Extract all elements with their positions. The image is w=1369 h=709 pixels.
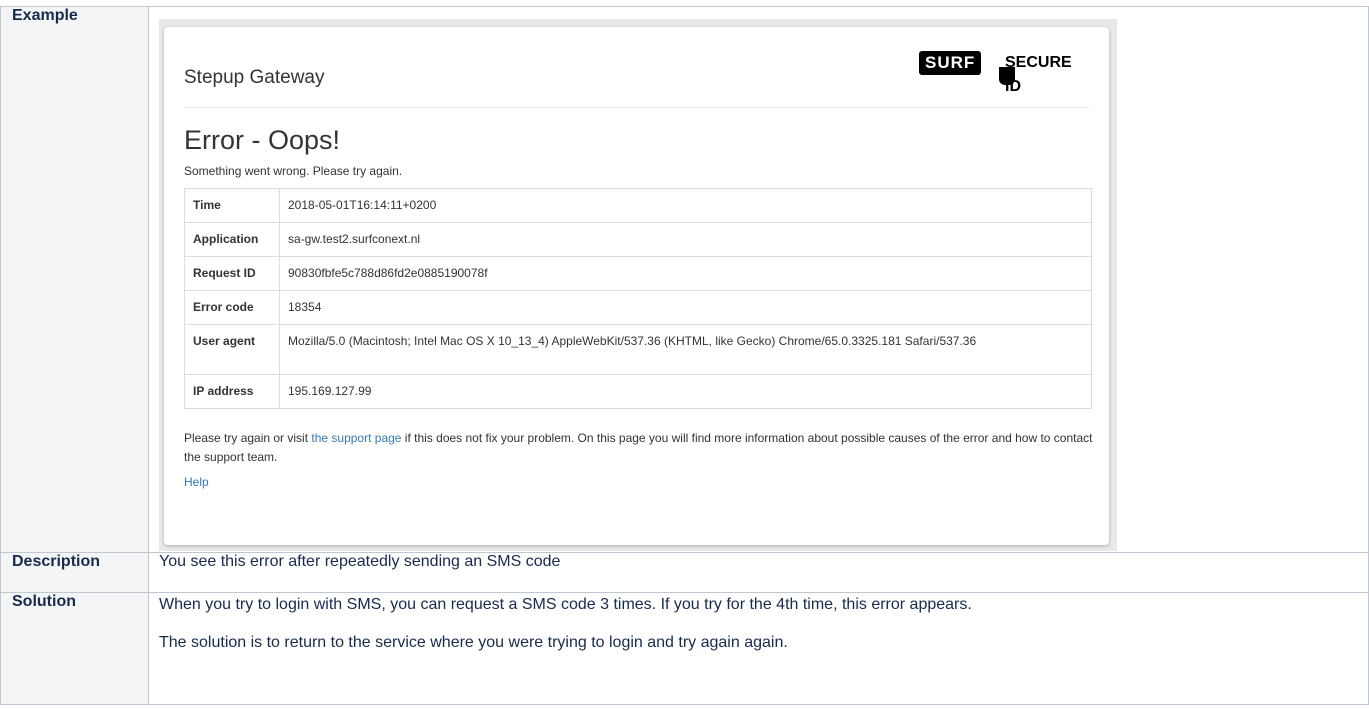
error-card: Stepup Gateway SURF SECURE ID Error - Oo… [164, 27, 1109, 545]
surf-secure-id-logo: SURF SECURE ID [919, 47, 1089, 95]
error-title: Error - Oops! [184, 125, 341, 155]
error-screenshot: Stepup Gateway SURF SECURE ID Error - Oo… [159, 19, 1117, 551]
info-key: Time [184, 188, 280, 223]
logo-secure-id-text: SECURE ID [1005, 54, 1072, 95]
info-row-application: Application sa-gw.test2.surfconext.nl [184, 222, 1092, 257]
solution-cell: When you try to login with SMS, you can … [148, 592, 1369, 705]
error-info-table: Time 2018-05-01T16:14:11+0200 Applicatio… [184, 188, 1092, 409]
info-key: Error code [184, 290, 280, 325]
table-row-example: Example Stepup Gateway SURF SECURE ID Er… [0, 6, 1369, 553]
info-row-time: Time 2018-05-01T16:14:11+0200 [184, 188, 1092, 223]
support-message: Please try again or visit the support pa… [184, 429, 1094, 467]
error-doc-table: Example Stepup Gateway SURF SECURE ID Er… [0, 6, 1369, 705]
example-label: Example [0, 6, 149, 553]
info-key: IP address [184, 374, 280, 409]
description-label: Description [0, 552, 149, 593]
help-link[interactable]: Help [184, 475, 209, 489]
info-row-user-agent: User agent Mozilla/5.0 (Macintosh; Intel… [184, 324, 1092, 375]
solution-paragraph-1: When you try to login with SMS, you can … [159, 596, 972, 613]
info-value: 18354 [279, 290, 1092, 325]
solution-label: Solution [0, 592, 149, 705]
gateway-header: Stepup Gateway SURF SECURE ID [184, 27, 1089, 108]
solution-paragraph-2: The solution is to return to the service… [159, 634, 788, 651]
description-text: You see this error after repeatedly send… [148, 552, 1369, 593]
table-row-solution: Solution When you try to login with SMS,… [0, 592, 1369, 705]
info-key: Application [184, 222, 280, 257]
info-key: Request ID [184, 256, 280, 291]
support-page-link[interactable]: the support page [311, 431, 401, 445]
example-cell: Stepup Gateway SURF SECURE ID Error - Oo… [148, 6, 1369, 553]
gateway-title: Stepup Gateway [184, 67, 325, 88]
page: Example Stepup Gateway SURF SECURE ID Er… [0, 0, 1369, 709]
table-row-description: Description You see this error after rep… [0, 552, 1369, 593]
info-value: 2018-05-01T16:14:11+0200 [279, 188, 1092, 223]
info-row-error-code: Error code 18354 [184, 290, 1092, 325]
error-subtitle: Something went wrong. Please try again. [184, 164, 403, 178]
support-text-before: Please try again or visit [184, 431, 312, 445]
info-value: 90830fbfe5c788d86fd2e0885190078f [279, 256, 1092, 291]
info-row-ip-address: IP address 195.169.127.99 [184, 374, 1092, 409]
info-key: User agent [184, 324, 280, 375]
info-value: 195.169.127.99 [279, 374, 1092, 409]
info-value: Mozilla/5.0 (Macintosh; Intel Mac OS X 1… [279, 324, 1092, 375]
info-row-request-id: Request ID 90830fbfe5c788d86fd2e08851900… [184, 256, 1092, 291]
logo-surf-text: SURF [919, 51, 982, 75]
info-value: sa-gw.test2.surfconext.nl [279, 222, 1092, 257]
